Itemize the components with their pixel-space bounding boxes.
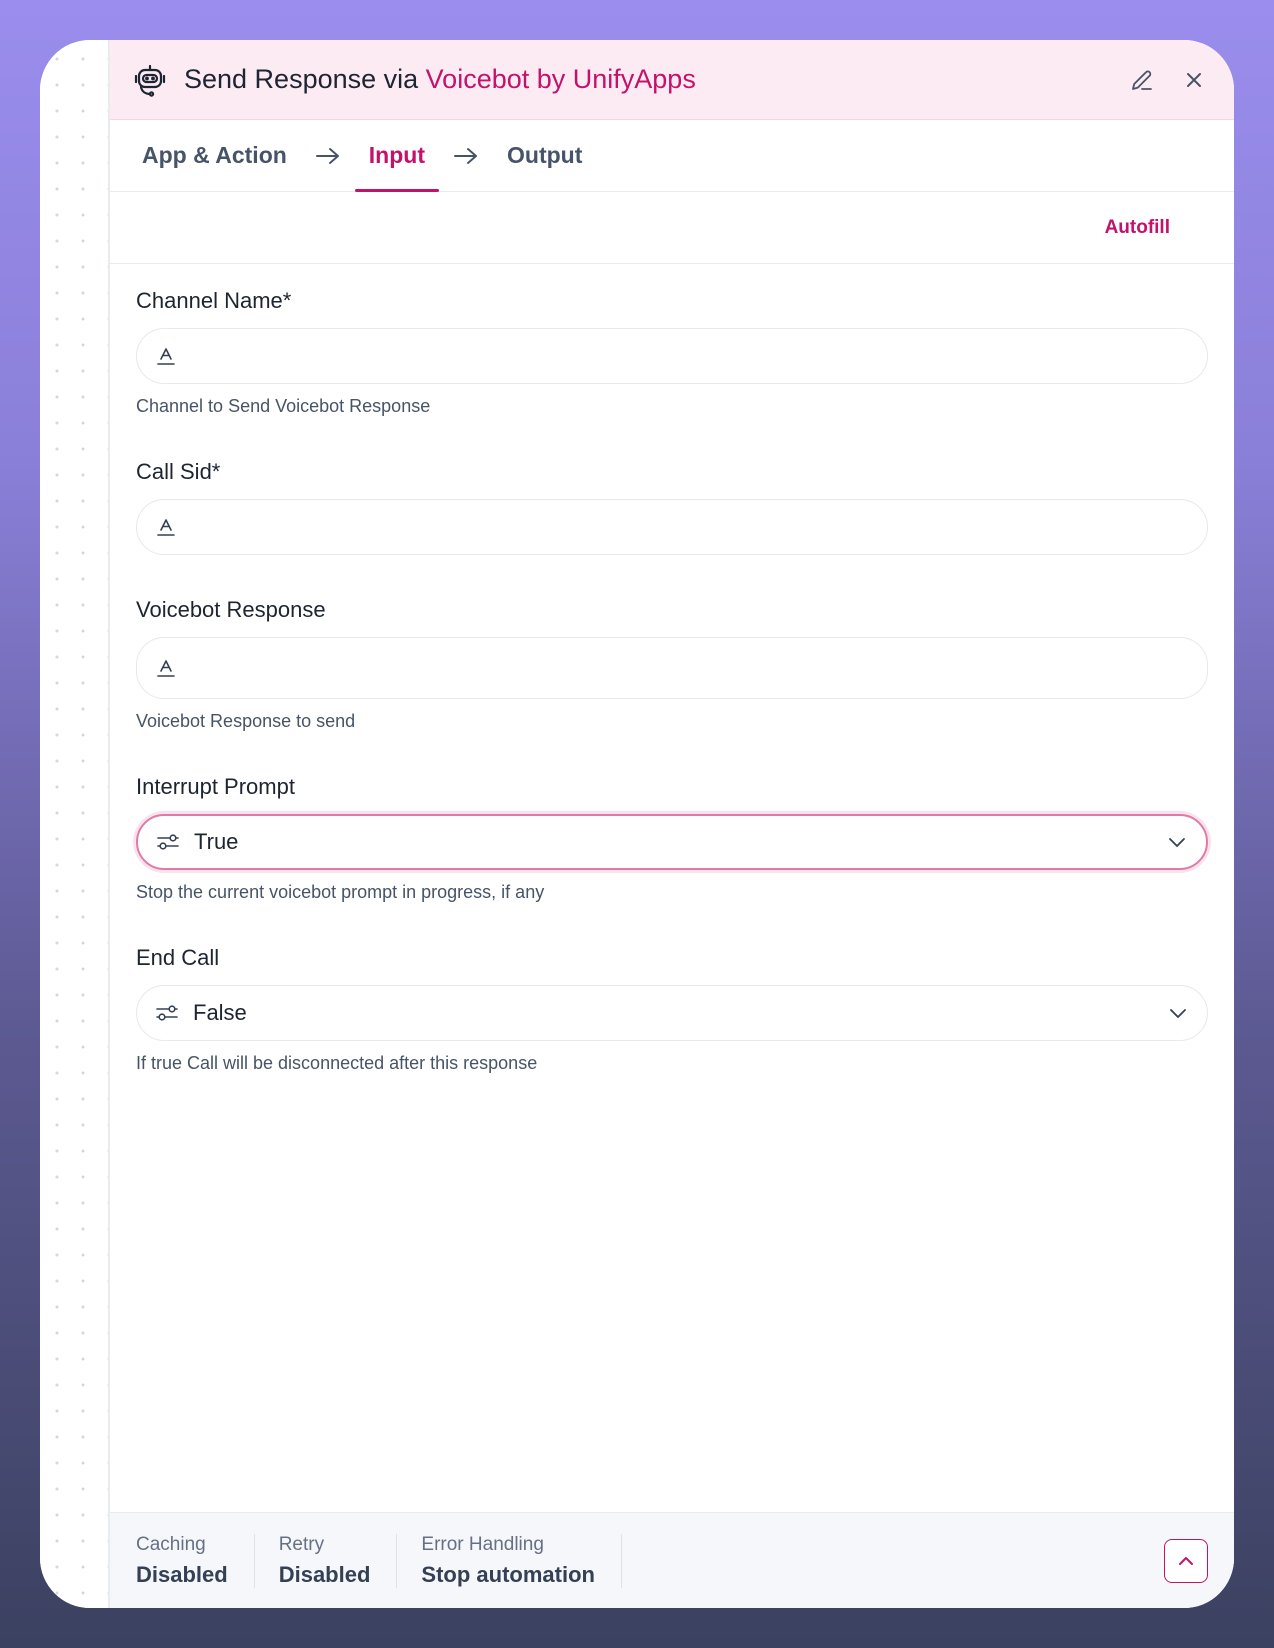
tab-app-action[interactable]: App & Action	[142, 120, 301, 191]
field-label: Interrupt Prompt	[136, 774, 295, 799]
expand-settings-button[interactable]	[1164, 1539, 1208, 1583]
panel-header: Send Response via Voicebot by UnifyApps	[110, 40, 1234, 120]
title-app-name: Voicebot by UnifyApps	[425, 64, 696, 94]
tab-label: Input	[368, 142, 425, 168]
arrow-right-icon	[301, 120, 355, 191]
robot-headset-icon	[130, 60, 170, 100]
text-type-icon	[157, 660, 175, 677]
field-hint: Voicebot Response to send	[136, 711, 356, 731]
tab-label: App & Action	[142, 142, 287, 168]
error-handling-label: Error Handling	[421, 1533, 544, 1555]
field-label: Call Sid*	[136, 459, 221, 484]
retry-value: Disabled	[278, 1561, 371, 1587]
tab-label: Output	[507, 142, 583, 168]
field-label: Voicebot Response	[136, 597, 326, 622]
field-hint: If true Call will be disconnected after …	[136, 1053, 538, 1073]
field-voicebot-response: Voicebot Response Voicebot Response to s…	[136, 597, 1208, 732]
field-channel-name: Channel Name* Channel to Send Voicebot R…	[136, 288, 1208, 417]
tab-output[interactable]: Output	[493, 120, 596, 191]
field-interrupt-prompt: Interrupt Prompt True Stop the current v…	[136, 774, 1208, 903]
retry-setting[interactable]: Retry Disabled	[278, 1533, 398, 1588]
autofill-button[interactable]: Autofill	[1105, 217, 1170, 239]
close-icon	[1187, 72, 1201, 87]
pencil-icon	[1132, 70, 1152, 90]
voicebot-response-input[interactable]	[136, 637, 1208, 699]
caching-setting[interactable]: Caching Disabled	[136, 1533, 255, 1588]
text-type-icon	[157, 348, 175, 365]
tab-input[interactable]: Input	[354, 120, 440, 192]
call-sid-input[interactable]	[136, 499, 1208, 555]
chevron-down-icon	[1169, 838, 1185, 847]
canvas-background	[40, 40, 108, 1608]
chevron-up-icon	[1179, 1557, 1193, 1565]
field-hint: Stop the current voicebot prompt in prog…	[136, 882, 545, 902]
end-call-select[interactable]: False	[136, 985, 1208, 1041]
panel-title: Send Response via Voicebot by UnifyApps	[184, 64, 1110, 95]
field-label: End Call	[136, 945, 220, 970]
retry-label: Retry	[278, 1533, 325, 1555]
field-end-call: End Call False If true Call will be disc…	[136, 945, 1208, 1074]
caching-label: Caching	[136, 1533, 206, 1555]
field-call-sid: Call Sid*	[136, 459, 1208, 555]
edit-button[interactable]	[1122, 60, 1162, 100]
field-value: True	[194, 829, 239, 854]
sliders-icon	[157, 834, 179, 850]
interrupt-prompt-select[interactable]: True	[136, 814, 1208, 870]
field-value: False	[193, 1000, 247, 1025]
arrow-right-icon	[439, 120, 493, 191]
input-toolbar: Autofill	[110, 192, 1234, 264]
channel-name-input[interactable]	[136, 328, 1208, 384]
step-tabs: App & Action Input Output	[110, 120, 1234, 192]
action-config-panel: Send Response via Voicebot by UnifyApps …	[108, 40, 1234, 1608]
field-hint: Channel to Send Voicebot Response	[136, 396, 431, 416]
sliders-icon	[156, 1005, 178, 1021]
settings-footer: Caching Disabled Retry Disabled Error Ha…	[110, 1512, 1234, 1608]
error-handling-value: Stop automation	[421, 1561, 595, 1587]
text-type-icon	[157, 519, 175, 536]
app-window: Send Response via Voicebot by UnifyApps …	[40, 40, 1234, 1608]
title-prefix: Send Response via	[184, 64, 426, 94]
caching-value: Disabled	[136, 1561, 228, 1587]
error-handling-setting[interactable]: Error Handling Stop automation	[421, 1533, 622, 1588]
input-form: Channel Name* Channel to Send Voicebot R…	[110, 264, 1234, 1074]
close-button[interactable]	[1174, 60, 1214, 100]
field-label: Channel Name*	[136, 288, 292, 313]
chevron-down-icon	[1170, 1009, 1186, 1018]
